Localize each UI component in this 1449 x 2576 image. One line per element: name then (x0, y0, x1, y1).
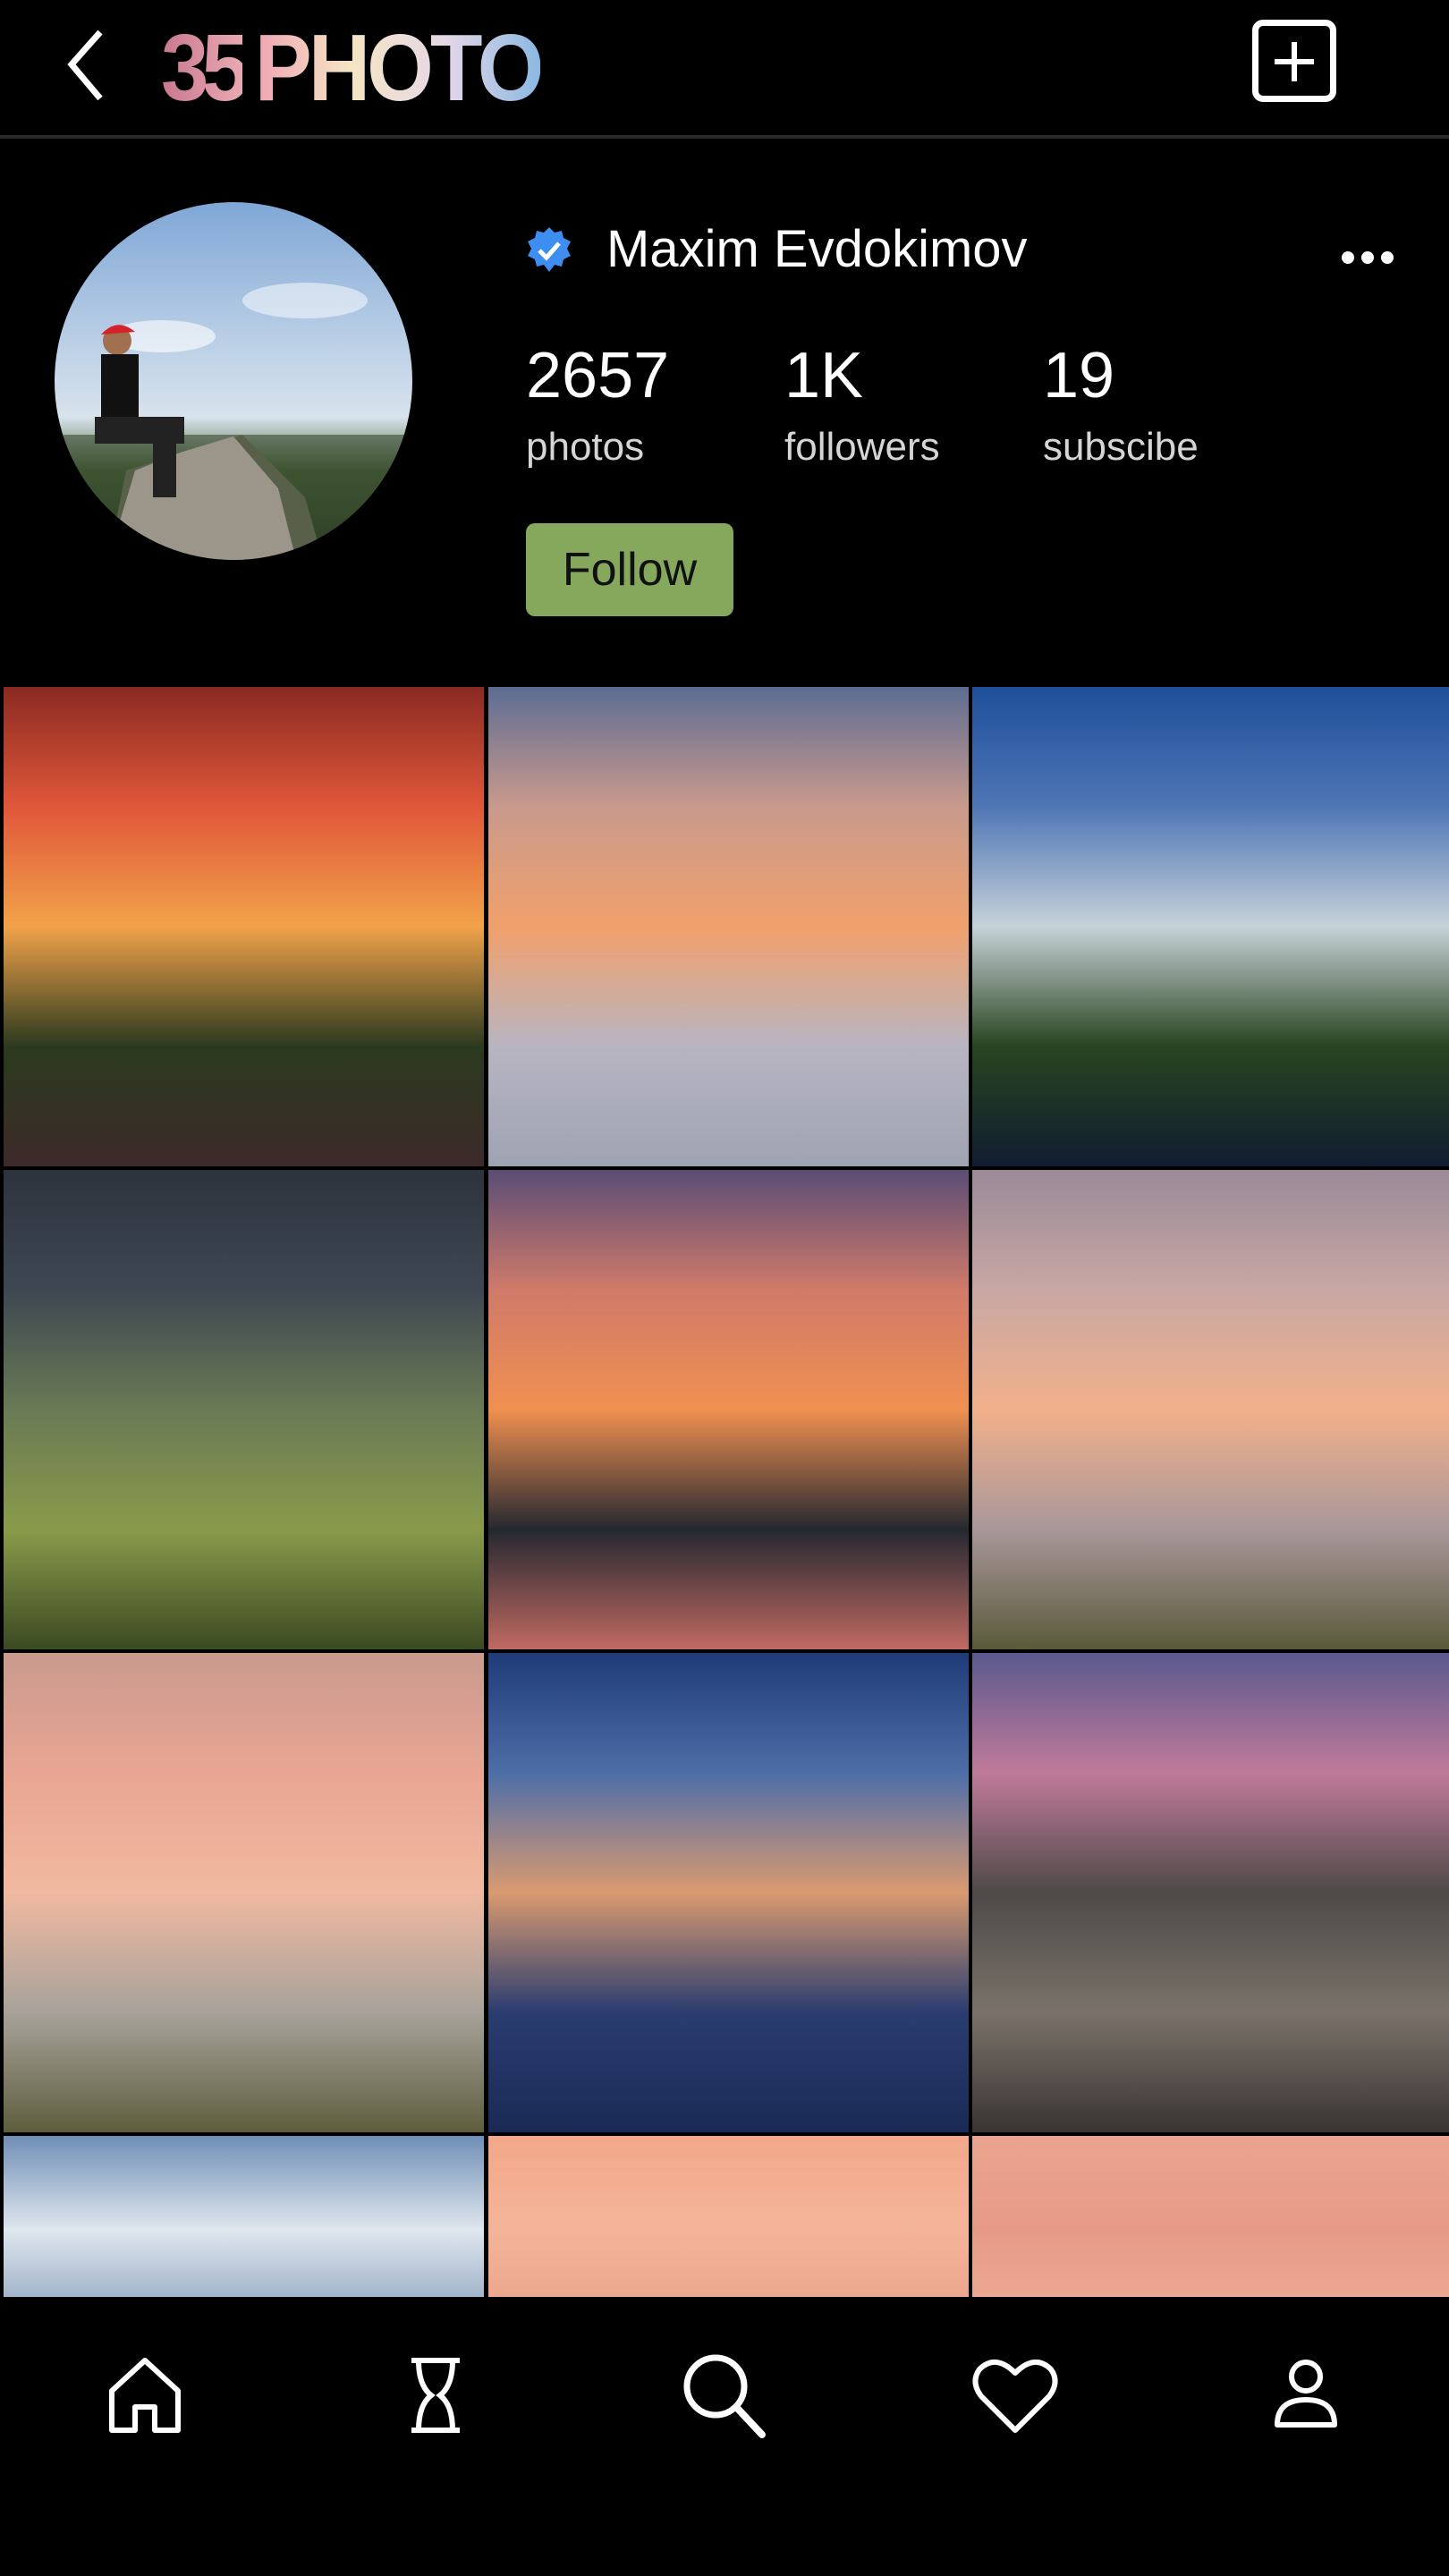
photo-grid (0, 687, 1449, 2324)
dot (1381, 251, 1394, 264)
photo-thumbnail[interactable] (972, 1170, 1449, 1649)
stat-photos[interactable]: 2657 photos (526, 340, 669, 472)
logo-mark: 35 (161, 15, 250, 123)
stat-value: 1K (784, 340, 864, 411)
stat-label: followers (784, 425, 940, 469)
back-button[interactable] (63, 25, 116, 106)
heart-icon (972, 2360, 1058, 2433)
chevron-left-icon (67, 30, 103, 101)
logo-text: PHOTO (255, 15, 545, 123)
nav-home[interactable] (96, 2346, 194, 2445)
photo-thumbnail[interactable] (972, 2136, 1449, 2324)
stat-label: subscibe (1043, 425, 1199, 469)
dot (1361, 251, 1374, 264)
nav-profile[interactable] (1257, 2346, 1355, 2445)
dot (1342, 251, 1354, 264)
more-options-button[interactable] (1342, 242, 1413, 274)
top-bar: 35 PHOTO (0, 0, 1449, 139)
nav-favorites[interactable] (966, 2346, 1064, 2445)
photo-thumbnail[interactable] (487, 687, 969, 1166)
nav-recent[interactable] (386, 2346, 485, 2445)
app-logo[interactable]: 35 PHOTO (161, 16, 544, 122)
photo-thumbnail[interactable] (972, 687, 1449, 1166)
verified-badge-icon (524, 225, 574, 275)
photo-thumbnail[interactable] (487, 1170, 969, 1649)
profile-name: Maxim Evdokimov (606, 220, 1028, 278)
stat-value: 2657 (526, 340, 670, 411)
add-photo-button[interactable] (1252, 20, 1336, 102)
avatar-photo (64, 283, 412, 560)
photo-thumbnail[interactable] (4, 1653, 484, 2132)
stat-followers[interactable]: 1K followers (784, 340, 940, 472)
avatar[interactable] (55, 202, 412, 560)
photo-thumbnail[interactable] (487, 1653, 969, 2132)
stat-subscriptions[interactable]: 19 subscibe (1043, 340, 1199, 472)
bottom-nav (0, 2297, 1449, 2576)
photo-thumbnail[interactable] (4, 1170, 484, 1649)
home-icon (109, 2358, 181, 2433)
profile-icon (1275, 2360, 1337, 2428)
photo-thumbnail[interactable] (972, 1653, 1449, 2132)
stat-label: photos (526, 425, 645, 469)
photo-thumbnail[interactable] (4, 2136, 484, 2324)
photo-thumbnail[interactable] (487, 2136, 969, 2324)
photo-thumbnail[interactable] (4, 687, 484, 1166)
hourglass-icon (411, 2358, 460, 2433)
search-icon (683, 2354, 766, 2438)
stat-value: 19 (1043, 340, 1115, 411)
nav-search[interactable] (675, 2346, 774, 2445)
follow-button[interactable]: Follow (526, 523, 733, 616)
plus-icon (1275, 42, 1314, 81)
